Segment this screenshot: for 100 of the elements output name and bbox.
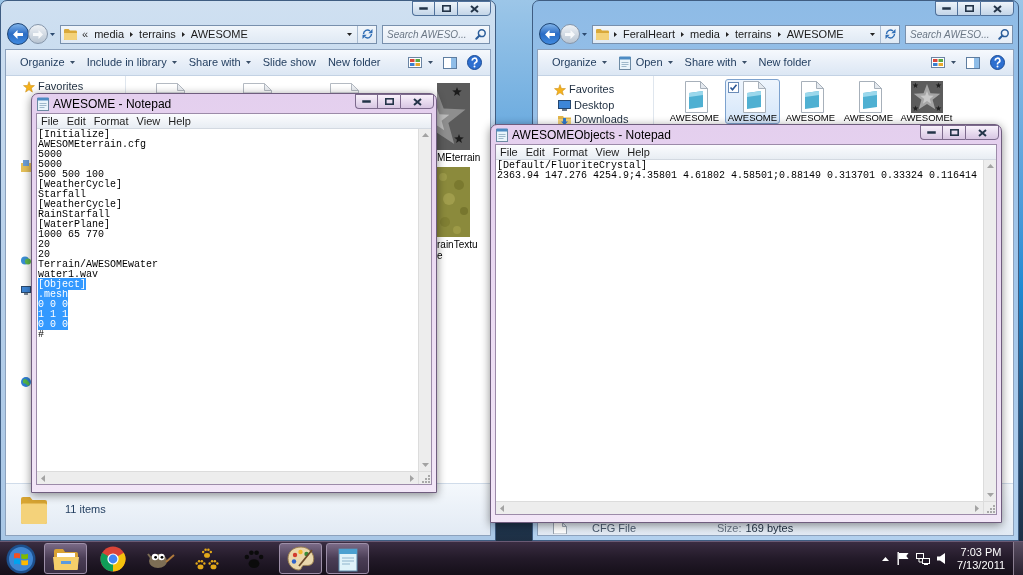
breadcrumb-link[interactable]: FeralHeart — [620, 27, 678, 41]
globe-icon — [21, 376, 31, 388]
search-field[interactable]: Search AWESO... — [382, 24, 490, 44]
minimize-button[interactable] — [412, 1, 434, 16]
speaker-icon[interactable] — [937, 553, 945, 564]
toolbar-button[interactable]: Slide show — [256, 51, 322, 74]
search-field[interactable]: Search AWESO... — [905, 24, 1013, 44]
overflow-button[interactable]: « — [79, 27, 92, 41]
toolbar-button[interactable]: Share with — [678, 51, 753, 74]
clock[interactable]: 7:03 PM 7/13/2011 — [953, 545, 1009, 572]
monitor-icon — [558, 100, 571, 111]
help-icon — [990, 55, 1005, 70]
folder-icon — [20, 494, 48, 525]
item-count: 11 items — [65, 503, 106, 516]
caret-down-icon — [741, 61, 747, 64]
network-icon[interactable] — [916, 552, 930, 565]
breadcrumb-link[interactable]: media — [686, 27, 723, 41]
menu-item[interactable]: Edit — [521, 145, 549, 159]
toolbar-button[interactable]: New folder — [321, 51, 387, 74]
notepad-icon — [496, 127, 508, 142]
caret-down-icon — [667, 61, 673, 64]
menu-item[interactable]: Help — [623, 145, 654, 159]
help-button[interactable] — [467, 52, 482, 73]
refresh-button[interactable] — [880, 25, 899, 43]
maximize-button[interactable] — [942, 125, 965, 140]
folder-icon — [64, 28, 77, 40]
minimize-button[interactable] — [935, 1, 957, 16]
toolbar-button[interactable]: New folder — [752, 51, 818, 74]
horizontal-scrollbar[interactable] — [496, 501, 983, 514]
maximize-button[interactable] — [377, 94, 400, 109]
vertical-scrollbar[interactable] — [418, 129, 431, 471]
taskbar-button[interactable] — [326, 543, 369, 574]
grass-texture-thumbnail — [437, 167, 470, 237]
menu-item[interactable]: Format — [548, 145, 592, 159]
search-icon — [998, 28, 1009, 40]
toolbar-button[interactable]: Share with — [182, 51, 257, 74]
nav-item[interactable]: Desktop — [558, 99, 615, 112]
toolbar-button[interactable]: Include in library — [80, 51, 183, 74]
explorer-item[interactable]: AWESOMEt — [899, 79, 954, 124]
text-line: [WeatherCycle] — [38, 200, 122, 210]
maximize-button[interactable] — [434, 1, 457, 16]
menu-item[interactable]: Format — [89, 114, 133, 128]
nav-item[interactable]: Favorites — [554, 83, 615, 96]
taskbar-button[interactable] — [44, 543, 87, 574]
arrow-right-icon — [565, 29, 575, 39]
breadcrumb-link[interactable]: media — [91, 27, 128, 41]
explorer-item[interactable]: AWESOME — [725, 79, 780, 124]
chevron-right-icon — [614, 31, 617, 37]
explorer-item[interactable]: AWESOME — [841, 79, 896, 124]
close-icon — [412, 97, 422, 106]
text-line: 20 — [38, 240, 50, 250]
checkbox[interactable] — [728, 82, 739, 93]
close-button[interactable] — [965, 125, 999, 140]
notepad-icon — [618, 55, 631, 70]
address-bar[interactable]: « media terrains AWESOME — [60, 24, 377, 44]
back-button[interactable] — [539, 23, 561, 45]
text-line: [WeatherCycle] — [38, 180, 122, 190]
text-line: RainStarfall — [38, 210, 110, 220]
breadcrumb-link[interactable]: AWESOME — [783, 27, 847, 41]
overlapping-circles-icon — [21, 256, 31, 265]
close-button[interactable] — [457, 1, 491, 16]
explorer-item[interactable]: AWESOME — [783, 79, 838, 124]
grid-icon — [931, 57, 945, 68]
refresh-button[interactable] — [357, 25, 376, 43]
size-label: Size: — [717, 522, 742, 534]
address-bar[interactable]: FeralHeart media terrains AWESOME — [592, 24, 900, 44]
explorer-item[interactable]: AWESOME — [667, 79, 722, 124]
taskbar-button[interactable] — [279, 543, 322, 574]
vertical-scrollbar[interactable] — [983, 160, 996, 501]
window-title: AWESOMEObjects - Notepad — [512, 127, 671, 142]
breadcrumb-link[interactable]: AWESOME — [187, 27, 251, 41]
menu-item[interactable]: View — [591, 145, 624, 159]
flag-icon[interactable] — [897, 552, 909, 565]
maximize-button[interactable] — [957, 1, 980, 16]
text-line: AWESOMEterrain.cfg — [38, 140, 147, 150]
close-icon — [977, 128, 987, 137]
close-button[interactable] — [980, 1, 1014, 16]
toolbar-button[interactable]: Organize — [14, 51, 81, 74]
menu-item[interactable]: Edit — [62, 114, 90, 128]
minimize-button[interactable] — [920, 125, 942, 140]
minimize-button[interactable] — [355, 94, 377, 109]
folder-icon — [596, 28, 609, 40]
close-button[interactable] — [400, 94, 434, 109]
refresh-icon — [884, 29, 896, 39]
folder-icon — [51, 546, 80, 571]
breadcrumb-link[interactable]: terrains — [731, 27, 775, 41]
back-button[interactable] — [7, 23, 29, 45]
arrow-down-icon — [421, 463, 429, 467]
horizontal-scrollbar[interactable] — [37, 471, 418, 484]
menu-item[interactable]: Help — [164, 114, 195, 128]
menu-item[interactable]: File — [496, 145, 522, 159]
show-desktop-button[interactable] — [1013, 542, 1023, 575]
menu-item[interactable]: View — [132, 114, 165, 128]
file-name: e — [437, 250, 444, 261]
menu-item[interactable]: File — [37, 114, 63, 128]
toolbar-button[interactable]: Organize — [546, 51, 613, 74]
toolbar-button[interactable]: Open — [612, 51, 679, 74]
nav-item[interactable]: Favorites — [23, 80, 84, 93]
help-button[interactable] — [990, 52, 1005, 73]
breadcrumb-link[interactable]: terrains — [136, 27, 179, 41]
